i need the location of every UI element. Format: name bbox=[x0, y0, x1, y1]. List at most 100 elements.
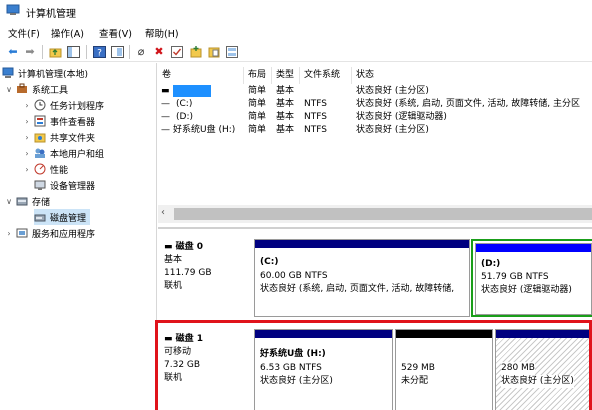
tree-item-shared-folders[interactable]: › 共享文件夹 bbox=[22, 129, 95, 145]
disk-state: 联机 bbox=[164, 281, 183, 291]
tree-item-services[interactable]: › 服务和应用程序 bbox=[4, 225, 95, 241]
partition-d[interactable]: (D:) 51.79 GB NTFS 状态良好 (逻辑驱动器) bbox=[475, 243, 592, 315]
up-folder-icon[interactable] bbox=[48, 45, 62, 59]
chevron-right-icon[interactable]: › bbox=[22, 101, 32, 110]
tree-item-label: 本地用户和组 bbox=[50, 149, 105, 160]
drive-icon: ▬ bbox=[161, 86, 170, 96]
event-log-icon bbox=[34, 115, 46, 127]
volume-list: 卷 布局 类型 文件系统 状态 ▬ 简单 基本 状态良好 (主分区) — (C:… bbox=[158, 63, 592, 227]
tree-item-performance[interactable]: › 性能 bbox=[22, 161, 68, 177]
tree-item-disk-management[interactable]: 磁盘管理 bbox=[34, 209, 91, 225]
disk-0-info[interactable]: ▬ 磁盘 0 基本 111.79 GB 联机 bbox=[164, 241, 252, 293]
toolbar-separator bbox=[42, 45, 43, 59]
tree-item-label: 存储 bbox=[32, 197, 51, 208]
scroll-left-icon[interactable]: ‹ bbox=[161, 207, 165, 218]
partition-label: (C:) bbox=[260, 257, 279, 267]
toolbar-separator bbox=[86, 45, 87, 59]
horizontal-scrollbar[interactable]: ‹ bbox=[158, 205, 592, 223]
tree-item-label: 性能 bbox=[50, 165, 69, 176]
menu-help[interactable]: 帮助(H) bbox=[145, 26, 179, 40]
tree-item-system-tools[interactable]: ∨ 系统工具 bbox=[4, 81, 68, 97]
console-tree-icon[interactable] bbox=[66, 45, 80, 59]
column-header-layout[interactable]: 布局 bbox=[244, 67, 272, 84]
partition-status: 状态良好 (逻辑驱动器) bbox=[481, 285, 572, 295]
partition-status: 状态良好 (系统, 启动, 页面文件, 活动, 故障转储, bbox=[260, 284, 455, 294]
table-row[interactable]: — 好系统U盘 (H:) 简单 基本 NTFS 状态良好 (主分区) bbox=[158, 124, 592, 137]
partition-label: (D:) bbox=[481, 259, 501, 269]
tree-item-label: 系统工具 bbox=[32, 85, 69, 96]
tree-item-label: 共享文件夹 bbox=[50, 133, 96, 144]
chevron-right-icon[interactable]: › bbox=[22, 117, 32, 126]
extended-partition: (D:) 51.79 GB NTFS 状态良好 (逻辑驱动器) bbox=[471, 239, 592, 317]
tree-item-label: 设备管理器 bbox=[50, 181, 96, 192]
filesystem-cell: NTFS bbox=[304, 112, 327, 122]
table-row[interactable]: — (C:) 简单 基本 NTFS 状态良好 (系统, 启动, 页面文件, 活动… bbox=[158, 98, 592, 111]
tree-item-label: 事件查看器 bbox=[50, 117, 96, 128]
delete-icon[interactable]: ✖ bbox=[152, 45, 166, 59]
volume-name: 好系统U盘 (H:) bbox=[173, 125, 236, 135]
tree-item-label: 任务计划程序 bbox=[50, 101, 105, 112]
navigation-tree: 计算机管理(本地) ∨ 系统工具 › 任务计划程序 › 事件查看器 › 共享文件… bbox=[0, 63, 157, 410]
toolbar: ⬅ ➡ ? ⌀ ✖ bbox=[0, 42, 592, 62]
partition-c[interactable]: (C:) 60.00 GB NTFS 状态良好 (系统, 启动, 页面文件, 活… bbox=[254, 239, 470, 317]
tree-item-label: 磁盘管理 bbox=[50, 213, 87, 224]
window-title: 计算机管理 bbox=[26, 9, 76, 20]
disk-size: 111.79 GB bbox=[164, 268, 212, 278]
new-icon[interactable] bbox=[189, 45, 203, 59]
drive-icon: — bbox=[161, 99, 170, 109]
disk-kind: 基本 bbox=[164, 255, 183, 265]
clock-icon bbox=[34, 99, 46, 111]
chevron-right-icon[interactable]: › bbox=[22, 165, 32, 174]
tree-item-storage[interactable]: ∨ 存储 bbox=[4, 193, 50, 209]
column-header-status[interactable]: 状态 bbox=[352, 67, 592, 84]
type-cell: 基本 bbox=[276, 86, 295, 96]
column-header-volume[interactable]: 卷 bbox=[158, 67, 244, 84]
status-cell: 状态良好 (逻辑驱动器) bbox=[356, 112, 447, 122]
status-cell: 状态良好 (主分区) bbox=[356, 86, 429, 96]
back-icon[interactable]: ⬅ bbox=[6, 45, 20, 59]
column-header-filesystem[interactable]: 文件系统 bbox=[300, 67, 352, 84]
type-cell: 基本 bbox=[276, 112, 295, 122]
tree-item-task-scheduler[interactable]: › 任务计划程序 bbox=[22, 97, 104, 113]
chevron-right-icon[interactable]: › bbox=[4, 229, 14, 238]
menu-view[interactable]: 查看(V) bbox=[99, 26, 132, 40]
connect-icon[interactable]: ⌀ bbox=[134, 45, 148, 59]
menu-action[interactable]: 操作(A) bbox=[51, 26, 84, 40]
users-icon bbox=[35, 148, 45, 158]
tree-item-device-manager[interactable]: 设备管理器 bbox=[34, 177, 95, 193]
disk-1-highlight-box bbox=[155, 320, 592, 410]
column-header-type[interactable]: 类型 bbox=[272, 67, 300, 84]
scrollbar-thumb[interactable] bbox=[174, 208, 592, 220]
volume-name: (C:) bbox=[176, 99, 193, 109]
table-row[interactable]: — (D:) 简单 基本 NTFS 状态良好 (逻辑驱动器) bbox=[158, 111, 592, 124]
toolbar-separator bbox=[129, 45, 130, 59]
layout-cell: 简单 bbox=[248, 112, 267, 122]
tree-item-local-users[interactable]: › 本地用户和组 bbox=[22, 145, 104, 161]
open-icon[interactable] bbox=[207, 45, 221, 59]
tree-item-root[interactable]: 计算机管理(本地) bbox=[2, 65, 88, 81]
view-icon[interactable] bbox=[225, 45, 239, 59]
title-bar: 计算机管理 bbox=[0, 0, 592, 22]
menu-file[interactable]: 文件(F) bbox=[8, 26, 40, 40]
chevron-right-icon[interactable]: › bbox=[22, 133, 32, 142]
disk-icon: ▬ bbox=[164, 242, 176, 252]
help-icon[interactable]: ? bbox=[92, 45, 106, 59]
chevron-down-icon[interactable]: ∨ bbox=[4, 197, 14, 206]
drive-icon: — bbox=[161, 112, 170, 122]
status-cell: 状态良好 (系统, 启动, 页面文件, 活动, 故障转储, 主分区 bbox=[356, 99, 580, 109]
check-icon[interactable] bbox=[170, 45, 184, 59]
chevron-right-icon[interactable]: › bbox=[22, 149, 32, 158]
menu-bar: 文件(F) 操作(A) 查看(V) 帮助(H) bbox=[0, 22, 592, 42]
volume-name: (D:) bbox=[176, 112, 193, 122]
properties-icon[interactable] bbox=[110, 45, 124, 59]
chevron-down-icon[interactable]: ∨ bbox=[4, 85, 14, 94]
forward-icon[interactable]: ➡ bbox=[23, 45, 37, 59]
tree-item-event-viewer[interactable]: › 事件查看器 bbox=[22, 113, 95, 129]
layout-cell: 简单 bbox=[248, 86, 267, 96]
svg-text:?: ? bbox=[97, 49, 102, 59]
computer-icon bbox=[2, 67, 14, 78]
drive-icon: — bbox=[161, 125, 170, 135]
disk-management-icon bbox=[34, 214, 46, 222]
table-row[interactable]: ▬ 简单 基本 状态良好 (主分区) bbox=[158, 85, 592, 98]
performance-icon bbox=[34, 163, 46, 175]
